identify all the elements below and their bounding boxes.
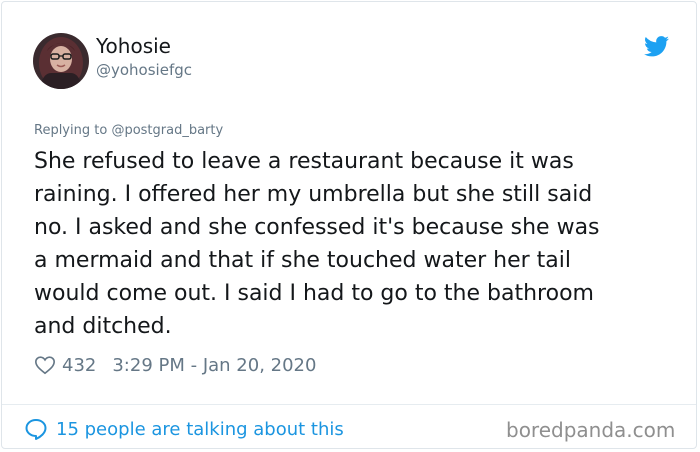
heart-icon[interactable] — [34, 354, 56, 376]
talking-label: 15 people are talking about this — [56, 418, 344, 440]
replying-prefix: Replying to — [34, 123, 108, 138]
tweet-line: no. I asked and she confessed it's becau… — [34, 215, 600, 240]
tweet-text: She refused to leave a restaurant becaus… — [34, 145, 674, 343]
replying-to: Replying to @postgrad_barty — [34, 122, 223, 140]
tweet-meta: 432 3:29 PM - Jan 20, 2020 — [34, 352, 316, 378]
reply-mention-link[interactable]: @postgrad_barty — [111, 123, 223, 138]
display-name[interactable]: Yohosie — [96, 33, 171, 59]
user-handle[interactable]: @yohosiefgc — [96, 60, 192, 80]
divider — [2, 404, 696, 405]
talking-link[interactable]: 15 people are talking about this — [24, 416, 344, 442]
tweet-line: She refused to leave a restaurant becaus… — [34, 149, 574, 174]
tweet-card: Yohosie @yohosiefgc Replying to @postgra… — [1, 1, 697, 449]
timestamp[interactable]: 3:29 PM - Jan 20, 2020 — [112, 355, 316, 376]
avatar[interactable] — [33, 33, 89, 89]
speech-bubble-icon — [25, 419, 47, 440]
like-count[interactable]: 432 — [62, 355, 96, 376]
tweet-line: and ditched. — [34, 314, 172, 339]
tweet-line: would come out. I said I had to go to th… — [34, 281, 594, 306]
twitter-bird-icon[interactable] — [644, 36, 669, 57]
avatar-image — [33, 33, 89, 89]
watermark: boredpanda.com — [506, 418, 676, 442]
tweet-line: raining. I offered her my umbrella but s… — [34, 182, 593, 207]
tweet-line: a mermaid and that if she touched water … — [34, 248, 572, 273]
